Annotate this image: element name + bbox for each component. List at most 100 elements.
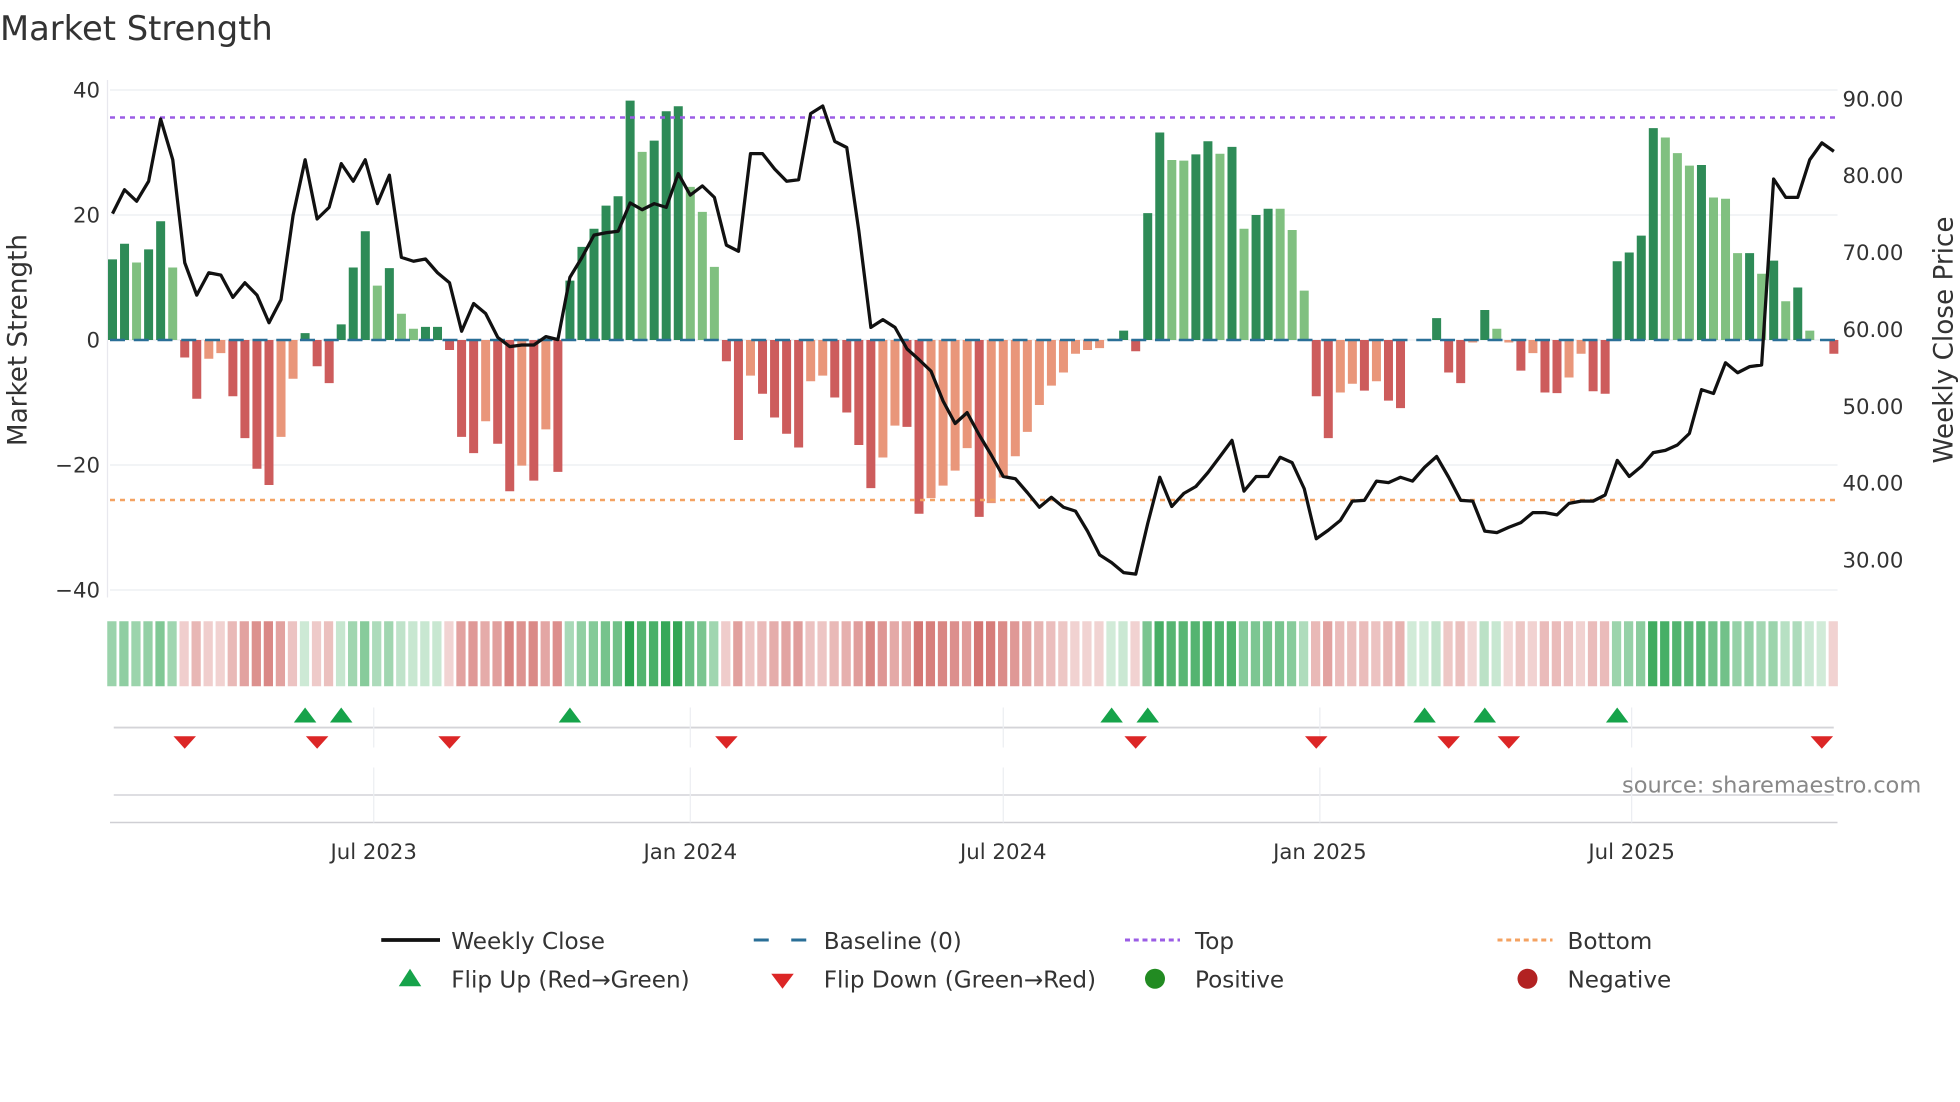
strip-cell xyxy=(251,621,261,687)
strip-cell xyxy=(1467,621,1477,687)
strength-bar xyxy=(1456,340,1466,384)
strength-bar xyxy=(1793,287,1803,340)
legend-label: Positive xyxy=(1195,968,1284,994)
strength-bar xyxy=(709,266,719,340)
strip-cell xyxy=(1082,621,1092,687)
strength-bar xyxy=(1696,165,1706,340)
flip-up-marker xyxy=(1413,707,1436,723)
strength-bar xyxy=(288,340,298,379)
strip-cell xyxy=(1575,621,1586,687)
strip-cell xyxy=(612,621,623,687)
strip-cell xyxy=(1130,621,1140,687)
strength-bar xyxy=(240,340,250,439)
strip-cell xyxy=(1286,621,1297,687)
strip-cell xyxy=(540,621,550,687)
strip-cell xyxy=(1118,621,1128,687)
strip-cell xyxy=(552,621,562,687)
strength-bar xyxy=(396,313,406,340)
strip-cell xyxy=(239,621,249,687)
legend-label: Flip Down (Green→Red) xyxy=(824,968,1096,994)
strength-bar xyxy=(1612,261,1622,340)
strength-bar xyxy=(938,340,948,486)
strength-bar xyxy=(1287,230,1297,340)
strength-bar xyxy=(168,267,178,340)
strength-bar xyxy=(830,340,840,398)
strip-cell xyxy=(480,621,490,687)
strip-cell xyxy=(1383,621,1393,687)
strength-bar xyxy=(733,340,743,440)
strength-bar xyxy=(950,340,960,471)
strip-cell xyxy=(1587,621,1598,687)
strength-bar xyxy=(1227,146,1237,340)
strip-cell xyxy=(1828,621,1838,687)
strength-bar xyxy=(1155,132,1165,340)
strip-cell xyxy=(1660,621,1670,687)
strength-bar xyxy=(998,340,1008,478)
strip-cell xyxy=(1106,621,1116,687)
strength-bar xyxy=(914,340,924,514)
strength-bar xyxy=(1528,340,1538,354)
strength-bar xyxy=(204,340,214,359)
triangle-down-icon xyxy=(771,973,794,989)
strength-bar xyxy=(360,231,370,340)
strip-cell xyxy=(396,621,406,687)
chart-title: Market Strength xyxy=(0,9,273,48)
strength-bar xyxy=(541,340,551,430)
strength-bar xyxy=(1829,340,1839,354)
strength-bar xyxy=(854,340,864,445)
strength-bar xyxy=(132,262,142,340)
strip-cell xyxy=(1491,621,1501,687)
flip-down-marker xyxy=(173,736,196,749)
strip-cell xyxy=(1648,621,1658,687)
strength-bar xyxy=(1672,153,1682,340)
y-tick-label: −20 xyxy=(55,454,100,479)
strength-bar xyxy=(1660,137,1670,340)
strip-cell xyxy=(588,621,598,687)
strength-bar xyxy=(180,340,190,358)
strength-bar xyxy=(1480,310,1490,340)
strength-bar xyxy=(1444,340,1454,373)
strength-bar xyxy=(192,340,202,399)
strength-bar xyxy=(264,340,274,485)
strip-cell xyxy=(673,621,683,687)
dot-icon xyxy=(1517,968,1538,989)
strip-cell xyxy=(167,621,177,687)
strength-bar xyxy=(276,340,286,437)
y2-tick-label: 70.00 xyxy=(1843,241,1904,266)
strength-bar xyxy=(120,243,130,340)
strength-bar xyxy=(794,340,804,448)
strength-bar xyxy=(1323,340,1333,439)
strip-cell xyxy=(1034,621,1044,687)
strength-bar xyxy=(1119,330,1129,340)
x-tick-label: Jul 2024 xyxy=(958,840,1046,865)
state-strip xyxy=(107,621,1838,687)
strip-cell xyxy=(1515,621,1525,687)
strength-bar xyxy=(613,196,623,340)
strength-bar xyxy=(433,326,443,340)
strength-bar xyxy=(336,324,346,340)
strip-cell xyxy=(384,621,394,687)
y-tick-label: 0 xyxy=(86,329,100,354)
flip-up-marker xyxy=(293,707,317,723)
strength-bar xyxy=(1167,160,1177,340)
strip-cell xyxy=(335,621,346,687)
strength-bar xyxy=(1708,197,1718,340)
strength-bar xyxy=(721,340,731,362)
strength-bar xyxy=(553,340,563,472)
strip-cell xyxy=(901,621,911,687)
strength-bar xyxy=(1359,340,1369,391)
strip-cell xyxy=(1551,621,1561,687)
strip-cell xyxy=(1780,621,1790,687)
strip-cell xyxy=(1311,621,1321,687)
strip-cell xyxy=(1744,621,1754,687)
strength-bar xyxy=(986,340,996,504)
strip-cell xyxy=(1250,621,1261,687)
y2-tick-label: 90.00 xyxy=(1843,87,1904,112)
strip-cell xyxy=(961,621,972,687)
strip-cell xyxy=(1636,621,1646,687)
strip-cell xyxy=(408,621,418,687)
strength-bar xyxy=(1588,340,1598,392)
strip-cell xyxy=(444,621,454,687)
strength-bar xyxy=(1034,340,1044,405)
strength-bar xyxy=(493,340,503,444)
